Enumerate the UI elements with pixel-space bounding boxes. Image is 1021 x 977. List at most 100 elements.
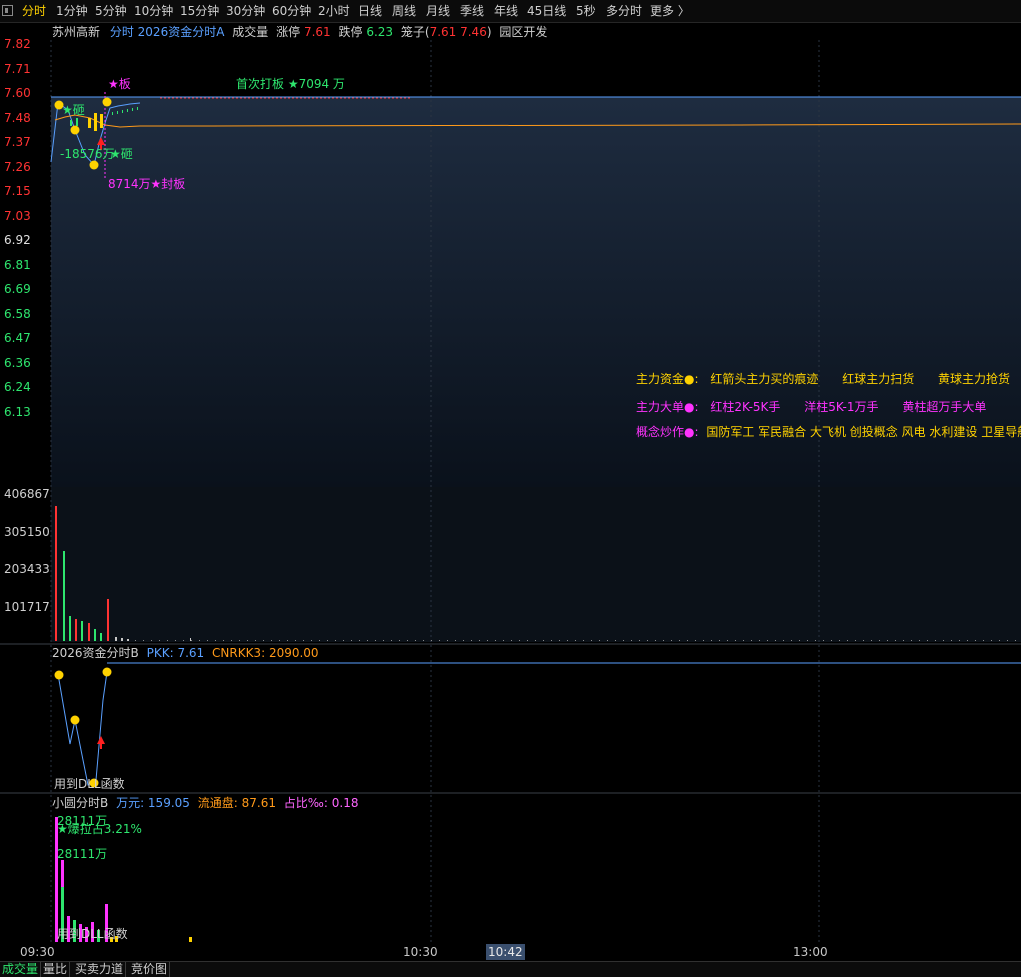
intraday-chart[interactable]	[0, 0, 1021, 976]
volume-bar	[55, 506, 57, 641]
bottom-tab-2[interactable]: 买卖力道	[73, 962, 126, 977]
volume-label: 成交量	[232, 25, 268, 39]
pkk-label: PKK:	[147, 646, 178, 660]
volume-tick-mark	[143, 640, 144, 641]
wan-value: 159.05	[148, 796, 190, 810]
volume-tick-mark	[743, 640, 744, 641]
legend-ocean-bar: 洋柱5K-1万手	[804, 400, 878, 414]
volume-tick-mark	[775, 640, 776, 641]
volume-tick-mark	[783, 640, 784, 641]
volume-tick-mark	[639, 640, 640, 641]
panel-b-red-arrow-stem	[100, 744, 102, 749]
volume-tick-mark	[991, 640, 992, 641]
volume-tick-mark	[335, 640, 336, 641]
volume-tick-mark	[871, 640, 872, 641]
volume-tick-mark	[215, 640, 216, 641]
volume-bar	[107, 599, 109, 641]
volume-tick-mark	[455, 640, 456, 641]
volume-tick-mark	[919, 640, 920, 641]
limit-up-marker: ★板	[108, 77, 131, 91]
price-tick: 6.36	[4, 356, 48, 370]
green-tick-bar	[132, 108, 133, 111]
volume-tick-mark	[935, 640, 936, 641]
volume-tick-mark	[839, 640, 840, 641]
volume-tick-mark	[583, 640, 584, 641]
volume-tick-mark	[375, 640, 376, 641]
price-tick: 7.37	[4, 135, 48, 149]
green-tick-bar	[117, 111, 118, 114]
volume-tick-mark	[519, 640, 520, 641]
legend-row-concept: 概念炒作●: 国防军工 军民融合 大飞机 创投概念 风电 水利建设 卫星导航	[636, 425, 1021, 439]
panel-b-header: 2026资金分时B PKK: 7.61 CNRKK3: 2090.00	[52, 644, 319, 662]
volume-tick: 305150	[4, 525, 48, 539]
volume-tick-mark	[511, 640, 512, 641]
wan-label: 万元:	[116, 796, 148, 810]
bottom-tab-bar: 成交量量比买卖力道竞价图	[0, 961, 1021, 977]
cnrkk3-value: 2090.00	[269, 646, 319, 660]
price-tick: 7.82	[4, 37, 48, 51]
volume-tick-mark	[759, 640, 760, 641]
bottom-tab-0[interactable]: 成交量	[0, 962, 41, 977]
indicator-name[interactable]: 分时 2026资金分时A	[110, 25, 225, 39]
volume-tick-mark	[263, 640, 264, 641]
volume-bar	[75, 619, 77, 641]
green-tick-bar	[137, 107, 138, 110]
volume-tick-mark	[327, 640, 328, 641]
volume-bar	[100, 633, 102, 641]
volume-tick-mark	[423, 640, 424, 641]
panel-b-plot	[55, 663, 1021, 788]
green-tick-bar	[76, 118, 78, 126]
seal-annotation: 8714万★封板	[108, 177, 185, 191]
price-tick: 7.15	[4, 184, 48, 198]
yellow-ball-marker	[71, 126, 80, 135]
limit-down-label: 跌停	[338, 25, 362, 39]
big-order-bar	[100, 114, 103, 128]
legend-yellow-bar: 黄柱超万手大单	[902, 400, 986, 414]
volume-tick-mark	[183, 640, 184, 641]
volume-tick-mark	[903, 640, 904, 641]
price-tick: 7.03	[4, 209, 48, 223]
volume-tick-mark	[879, 640, 880, 641]
concept-label: 园区开发	[499, 25, 547, 39]
volume-tick-mark	[575, 640, 576, 641]
big-order-bar	[88, 118, 91, 128]
volume-tick-mark	[367, 640, 368, 641]
panel-b-title[interactable]: 2026资金分时B	[52, 646, 139, 660]
panel-c-title[interactable]: 小圆分时B	[52, 796, 108, 810]
volume-tick-mark	[471, 640, 472, 641]
cage-suffix: )	[487, 25, 492, 39]
panel-b-footer: 用到DLL函数	[54, 777, 125, 791]
volume-tick-mark	[687, 640, 688, 641]
volume-tick-mark	[719, 640, 720, 641]
bottom-tab-3[interactable]: 竞价图	[129, 962, 170, 977]
volume-tick-mark	[535, 640, 536, 641]
price-tick: 7.71	[4, 62, 48, 76]
volume-tick-mark	[495, 640, 496, 641]
volume-tick-mark	[943, 640, 944, 641]
cnrkk3-label: CNRKK3:	[212, 646, 269, 660]
volume-tick-mark	[975, 640, 976, 641]
volume-tick-mark	[415, 640, 416, 641]
panel-c-pull-annotation: ★爆拉占3.21%	[57, 822, 142, 836]
time-1030: 10:30	[403, 944, 438, 960]
stock-name: 苏州高新	[52, 25, 100, 39]
volume-tick-mark	[615, 640, 616, 641]
volume-tick-mark	[399, 640, 400, 641]
smash-marker-1: ★砸	[62, 103, 85, 117]
volume-tick-mark	[239, 640, 240, 641]
volume-tick-mark	[655, 640, 656, 641]
price-tick: 7.48	[4, 111, 48, 125]
volume-tick-mark	[487, 640, 488, 641]
volume-tick-mark	[735, 640, 736, 641]
volume-tick-mark	[927, 640, 928, 641]
volume-tick-mark	[727, 640, 728, 641]
volume-bar	[127, 639, 129, 641]
bottom-tab-1[interactable]: 量比	[41, 962, 70, 977]
panel-b-yellow-ball	[103, 668, 112, 677]
volume-tick: 203433	[4, 562, 48, 576]
main-panel-header: 苏州高新 分时 2026资金分时A 成交量 涨停 7.61 跌停 6.23 笼子…	[52, 23, 547, 41]
legend-main-fund-label: 主力资金●:	[636, 372, 699, 386]
price-tick: 6.13	[4, 405, 48, 419]
cage-value-2: 7.46	[460, 25, 487, 39]
price-tick: 6.47	[4, 331, 48, 345]
